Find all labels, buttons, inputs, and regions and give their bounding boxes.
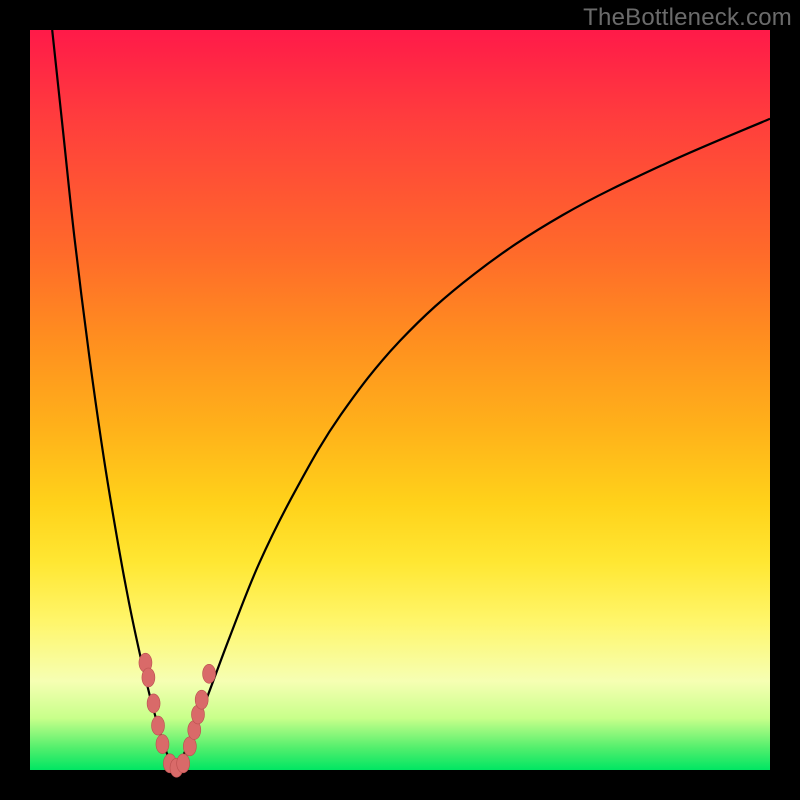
marker-point	[142, 668, 155, 687]
marker-point	[147, 694, 160, 713]
marker-point	[152, 716, 165, 735]
marker-point	[195, 690, 208, 709]
marker-point	[177, 754, 190, 773]
curve-layer	[30, 30, 770, 770]
trough-markers	[139, 653, 216, 777]
curve-left-branch	[52, 30, 176, 770]
marker-point	[203, 664, 216, 683]
curve-right-branch	[176, 119, 770, 770]
watermark-text: TheBottleneck.com	[583, 4, 792, 32]
chart-frame: TheBottleneck.com	[0, 0, 800, 800]
marker-point	[156, 735, 169, 754]
plot-area	[30, 30, 770, 770]
